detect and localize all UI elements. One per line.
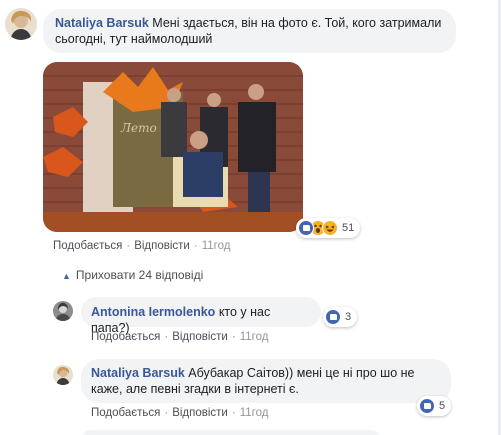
reply-author[interactable]: Antonina Iermolenko: [91, 305, 215, 319]
reply-link[interactable]: Відповісти: [172, 407, 228, 419]
like-icon: [325, 309, 341, 325]
timestamp[interactable]: 11год: [240, 407, 269, 419]
reply-bubble: Antonina Iermolenko кто у нас папа?): [81, 297, 321, 335]
reaction-count: 3: [345, 311, 352, 323]
hide-replies-label: Приховати 24 відповіді: [75, 268, 204, 282]
reply-actions: Подобається · Відповісти · 11год: [91, 331, 269, 343]
comment-bubble: Nataliya Barsuk Мені здається, він на фо…: [43, 9, 456, 53]
reaction-summary[interactable]: 3: [323, 307, 358, 327]
reply-bubble: Nataliya Barsuk Абубакар Саітов)) мені ц…: [81, 359, 451, 403]
like-icon: [419, 398, 435, 414]
reply-author[interactable]: Nataliya Barsuk: [91, 366, 185, 380]
like-icon: [298, 220, 314, 236]
comment-author[interactable]: Nataliya Barsuk: [55, 16, 149, 30]
like-link[interactable]: Подобається: [53, 240, 122, 252]
avatar[interactable]: [53, 365, 73, 385]
comment-actions: Подобається · Відповісти · 11год: [53, 240, 231, 252]
timestamp[interactable]: 11год: [202, 240, 231, 252]
haha-icon: [322, 220, 338, 236]
hide-replies-toggle[interactable]: ▲ Приховати 24 відповіді: [62, 268, 203, 282]
svg-text:Лето: Лето: [120, 121, 157, 135]
reply-link[interactable]: Відповісти: [172, 331, 228, 343]
reaction-count: 51: [342, 222, 355, 234]
comment-photo[interactable]: Лето: [43, 62, 303, 232]
avatar[interactable]: [53, 301, 73, 321]
reaction-summary[interactable]: 51: [296, 218, 361, 238]
timestamp[interactable]: 11год: [240, 331, 269, 343]
reply-link[interactable]: Відповісти: [134, 240, 190, 252]
reaction-count: 5: [439, 400, 446, 412]
like-link[interactable]: Подобається: [91, 331, 160, 343]
avatar[interactable]: [5, 8, 37, 40]
next-reply-bubble: [81, 430, 381, 435]
chevron-up-icon: ▲: [62, 271, 71, 281]
like-link[interactable]: Подобається: [91, 407, 160, 419]
reaction-summary[interactable]: 5: [417, 396, 452, 416]
reply-actions: Подобається · Відповісти · 11год: [91, 407, 269, 419]
